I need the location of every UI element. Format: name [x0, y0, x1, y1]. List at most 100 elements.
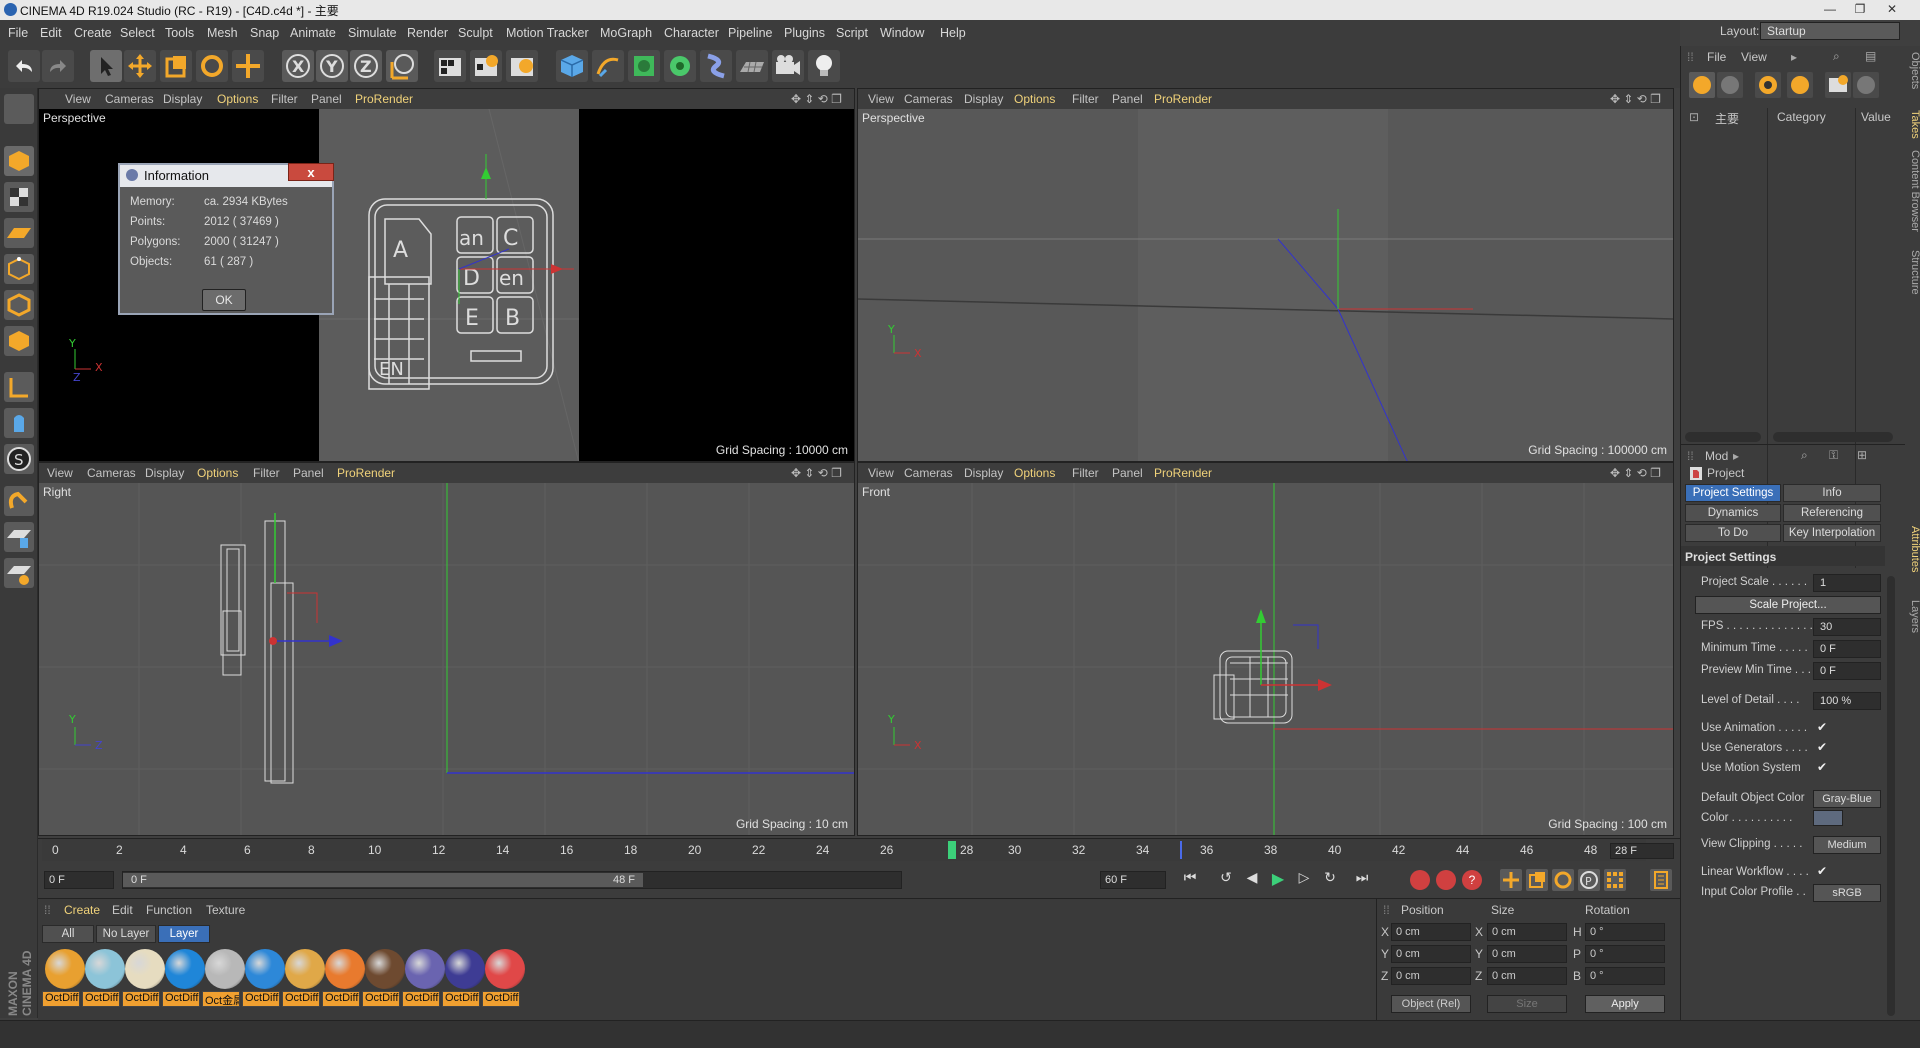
mat-menu-edit[interactable]: Edit: [112, 903, 133, 917]
menu-select[interactable]: Select: [120, 26, 155, 40]
vp-menu-view[interactable]: View: [65, 92, 91, 106]
override-icon[interactable]: [1755, 72, 1781, 98]
side-tab-objects[interactable]: Objects: [1905, 52, 1920, 89]
more-arrow-icon[interactable]: ▸: [1733, 449, 1739, 463]
keyframe-selection-icon[interactable]: ?: [1462, 870, 1482, 890]
edges-mode-icon[interactable]: [4, 290, 34, 320]
menu-simulate[interactable]: Simulate: [348, 26, 397, 40]
cloner-icon[interactable]: [664, 50, 696, 82]
menu-plugins[interactable]: Plugins: [784, 26, 825, 40]
input-color-profile-select[interactable]: sRGB: [1813, 884, 1881, 902]
keyframe-marker[interactable]: [1180, 841, 1182, 859]
default-object-color-select[interactable]: Gray-Blue: [1813, 790, 1881, 808]
play-forward-icon[interactable]: ▶: [1266, 869, 1290, 891]
mat-menu-texture[interactable]: Texture: [206, 903, 245, 917]
floor-icon[interactable]: [736, 50, 768, 82]
points-mode-icon[interactable]: [4, 254, 34, 284]
position-x-field[interactable]: 0 cm: [1391, 923, 1471, 941]
next-frame-icon[interactable]: ▷: [1292, 869, 1316, 891]
menu-file[interactable]: File: [8, 26, 28, 40]
locked-workplane-icon[interactable]: [4, 558, 34, 588]
viewport-nav-icons[interactable]: ✥ ⇕ ⟲ ❐: [1610, 466, 1661, 480]
undo-button[interactable]: [8, 50, 40, 82]
search-icon[interactable]: ⌕: [1801, 448, 1808, 463]
vp-menu-view[interactable]: View: [868, 92, 894, 106]
vp-menu-panel[interactable]: Panel: [1112, 466, 1143, 480]
tab-key-interpolation[interactable]: Key Interpolation: [1783, 524, 1881, 542]
vp-menu-cameras[interactable]: Cameras: [904, 466, 953, 480]
vp-menu-filter[interactable]: Filter: [271, 92, 298, 106]
use-generators-checkbox[interactable]: ✔: [1817, 740, 1827, 754]
record-active-icon[interactable]: [1410, 870, 1430, 890]
select-tool-icon[interactable]: [90, 50, 122, 82]
menu-edit[interactable]: Edit: [40, 26, 62, 40]
color-swatch[interactable]: [1813, 810, 1843, 826]
panel-grip[interactable]: ⁞⁞: [1687, 449, 1694, 463]
rotate-tool-icon[interactable]: [196, 50, 228, 82]
key-rotation-icon[interactable]: [1552, 869, 1574, 891]
menu-render[interactable]: Render: [407, 26, 448, 40]
side-tab-attributes[interactable]: Attributes: [1905, 526, 1920, 572]
viewport-front[interactable]: View Cameras Display Options Filter Pane…: [857, 462, 1674, 836]
lock-icon[interactable]: ⚿: [1829, 448, 1838, 463]
menu-snap[interactable]: Snap: [250, 26, 279, 40]
vp-menu-prorender[interactable]: ProRender: [1154, 92, 1212, 106]
auto-take-icon[interactable]: [1853, 72, 1879, 98]
key-pla-icon[interactable]: [1604, 869, 1626, 891]
vp-menu-options[interactable]: Options: [1014, 92, 1055, 106]
vp-menu-prorender[interactable]: ProRender: [337, 466, 395, 480]
redo-button[interactable]: [42, 50, 74, 82]
preview-range-slider[interactable]: 0 F 48 F: [122, 871, 902, 889]
vp-menu-filter[interactable]: Filter: [1072, 466, 1099, 480]
side-tab-layers[interactable]: Layers: [1905, 600, 1920, 633]
close-button[interactable]: ✕: [1880, 1, 1904, 17]
key-parameter-icon[interactable]: P: [1578, 869, 1600, 891]
subdivision-surface-icon[interactable]: [628, 50, 660, 82]
render-view-icon[interactable]: [434, 50, 466, 82]
position-y-field[interactable]: 0 cm: [1391, 945, 1471, 963]
layout-icon[interactable]: ▤: [1865, 49, 1876, 63]
playhead-marker[interactable]: [948, 841, 956, 859]
material-swatch[interactable]: OctDiffu: [482, 949, 528, 1011]
maximize-button[interactable]: ❐: [1848, 1, 1872, 17]
tab-to-do[interactable]: To Do: [1685, 524, 1781, 542]
size-x-field[interactable]: 0 cm: [1487, 923, 1567, 941]
previous-frame-icon[interactable]: ◀: [1240, 869, 1264, 891]
menu-help[interactable]: Help: [940, 26, 966, 40]
solo-mode-icon[interactable]: S: [4, 444, 34, 474]
vertical-scrollbar[interactable]: [1887, 576, 1895, 1016]
model-mode-icon[interactable]: [4, 146, 34, 176]
vp-menu-filter[interactable]: Filter: [253, 466, 280, 480]
viewport-canvas[interactable]: Y X: [858, 483, 1673, 835]
axis-mode-icon[interactable]: [4, 372, 34, 402]
viewport-canvas[interactable]: Y X: [858, 109, 1673, 461]
mat-menu-function[interactable]: Function: [146, 903, 192, 917]
deformer-icon[interactable]: [700, 50, 732, 82]
position-z-field[interactable]: 0 cm: [1391, 967, 1471, 985]
use-motion-system-checkbox[interactable]: ✔: [1817, 760, 1827, 774]
vp-menu-display[interactable]: Display: [145, 466, 184, 480]
workplane-snap-icon[interactable]: [4, 522, 34, 552]
side-tab-content-browser[interactable]: Content Browser: [1905, 150, 1920, 232]
horizontal-scrollbar[interactable]: [1685, 432, 1761, 442]
key-position-icon[interactable]: [1500, 869, 1522, 891]
vp-menu-display[interactable]: Display: [964, 92, 1003, 106]
filter-no-layer-tab[interactable]: No Layer: [96, 925, 156, 943]
tab-info[interactable]: Info: [1783, 484, 1881, 502]
vp-menu-view[interactable]: View: [47, 466, 73, 480]
vp-menu-panel[interactable]: Panel: [1112, 92, 1143, 106]
vp-menu-options[interactable]: Options: [1014, 466, 1055, 480]
view-clipping-select[interactable]: Medium: [1813, 836, 1881, 854]
vp-menu-view[interactable]: View: [868, 466, 894, 480]
side-tab-takes[interactable]: Takes: [1905, 110, 1920, 139]
take-root-item[interactable]: ⊡ 主要: [1685, 108, 1755, 128]
menu-motion-tracker[interactable]: Motion Tracker: [506, 26, 589, 40]
menu-character[interactable]: Character: [664, 26, 719, 40]
vp-menu-prorender[interactable]: ProRender: [355, 92, 413, 106]
z-axis-lock-icon[interactable]: Z: [350, 50, 382, 82]
vp-menu-panel[interactable]: Panel: [311, 92, 342, 106]
tab-referencing[interactable]: Referencing: [1783, 504, 1881, 522]
panel-grip[interactable]: ⁞⁞: [44, 903, 51, 917]
fps-field[interactable]: 30: [1813, 618, 1881, 636]
camera-icon[interactable]: [772, 50, 804, 82]
